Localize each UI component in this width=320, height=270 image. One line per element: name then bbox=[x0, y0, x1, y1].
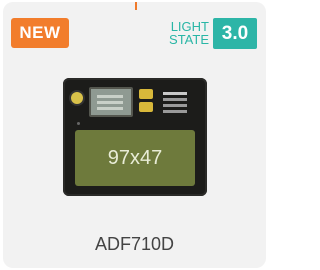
mini-display-icon bbox=[89, 87, 133, 117]
product-card[interactable]: NEW LIGHT STATE 3.0 97x47 ADF710D bbox=[3, 2, 266, 268]
sensor-dial-icon bbox=[71, 92, 83, 104]
light-state-line2: STATE bbox=[169, 32, 209, 47]
control-button-icon bbox=[139, 102, 153, 112]
new-badge: NEW bbox=[11, 18, 69, 48]
card-top-indicator bbox=[135, 2, 137, 10]
light-state-badge: LIGHT STATE 3.0 bbox=[169, 16, 257, 50]
light-state-version: 3.0 bbox=[213, 17, 257, 49]
lens-size-label: 97x47 bbox=[107, 146, 163, 169]
control-button-icon bbox=[139, 89, 153, 99]
light-state-label: LIGHT STATE bbox=[169, 20, 209, 46]
product-image[interactable]: 97x47 bbox=[63, 78, 207, 196]
model-name[interactable]: ADF710D bbox=[3, 234, 266, 255]
lens-viewing-area: 97x47 bbox=[75, 130, 195, 186]
indicator-dot-icon bbox=[77, 122, 80, 125]
brand-label-icon bbox=[163, 92, 187, 95]
